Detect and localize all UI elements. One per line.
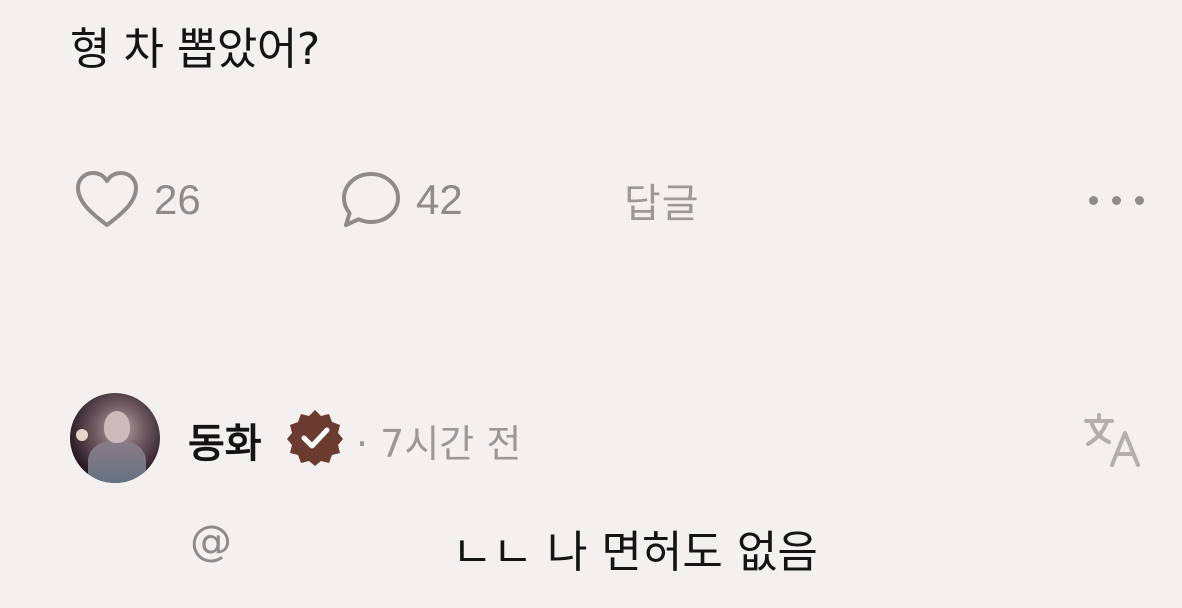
verified-badge-icon bbox=[285, 407, 345, 467]
like-button[interactable]: 26 bbox=[74, 166, 201, 234]
translate-icon[interactable] bbox=[1082, 407, 1144, 469]
avatar[interactable] bbox=[70, 393, 160, 483]
like-count: 26 bbox=[154, 176, 201, 223]
comment-button[interactable]: 42 bbox=[340, 166, 463, 234]
reply-body: @ ㄴㄴ 나 면허도 없음 bbox=[190, 516, 1090, 580]
more-options-button[interactable] bbox=[1089, 166, 1144, 234]
more-dots-icon bbox=[1112, 195, 1121, 205]
reply-author[interactable]: 동화 bbox=[188, 411, 262, 469]
heart-icon bbox=[74, 169, 140, 231]
reply-text: ㄴㄴ 나 면허도 없음 bbox=[452, 527, 818, 578]
reply-timestamp: · 7시간 전 bbox=[356, 422, 522, 466]
comment-bubble-icon bbox=[340, 169, 402, 231]
reply-button[interactable]: 답글 bbox=[624, 166, 700, 234]
post-actions: 26 42 답글 bbox=[74, 166, 1144, 234]
reply-header: 동화 · 7시간 전 bbox=[70, 393, 1144, 485]
comment-count: 42 bbox=[416, 176, 463, 223]
more-dots-icon bbox=[1089, 195, 1098, 205]
post-text: 형 차 뽑았어? bbox=[70, 24, 320, 75]
mention-link[interactable]: @ bbox=[190, 516, 232, 565]
more-dots-icon bbox=[1135, 195, 1144, 205]
